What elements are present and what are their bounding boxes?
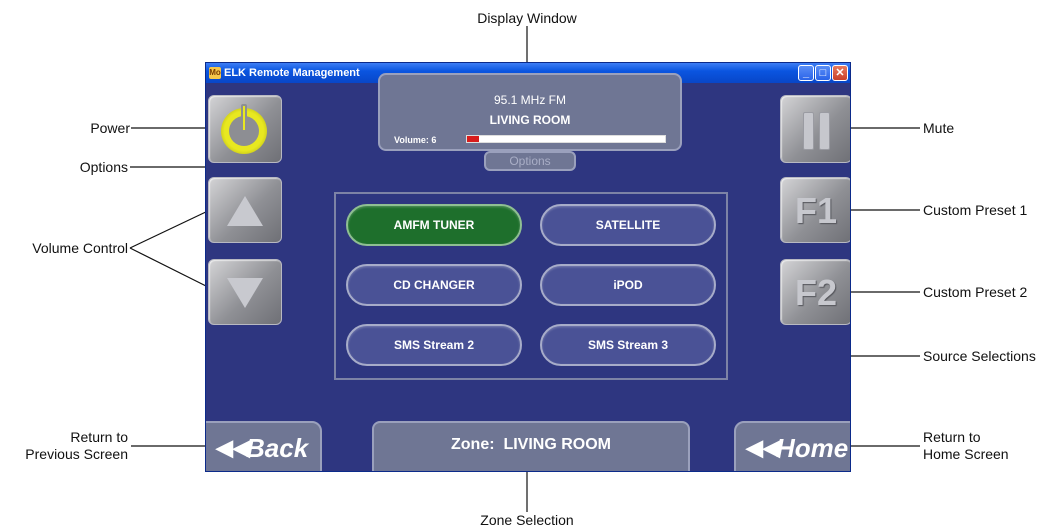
volume-down-button[interactable] [208,259,282,325]
source-amfm-tuner[interactable]: AMFM TUNER [346,204,522,246]
callout-zone-selection: Zone Selection [480,512,574,528]
remote-panel: F1 F2 95.1 MHz FM LIVING ROOM Volume: 6 … [206,73,850,471]
home-button[interactable]: ◀◀ Home [734,421,850,471]
volume-bar [466,135,666,143]
callout-custom-preset-1: Custom Preset 1 [923,202,1028,218]
source-satellite[interactable]: SATELLITE [540,204,716,246]
callout-return-home-line1: Return to [923,429,981,445]
options-button[interactable]: Options [484,151,576,171]
zone-selection-button[interactable]: Zone: LIVING ROOM [372,421,690,471]
source-selections: AMFM TUNER SATELLITE CD CHANGER iPOD SMS… [334,192,728,380]
preset-f1-button[interactable]: F1 [780,177,850,243]
close-button[interactable]: ✕ [832,65,848,81]
app-window: Mo ELK Remote Management _ □ ✕ F1 F2 95.… [205,62,851,472]
back-label: Back [246,433,309,463]
preset-f2-label: F2 [794,272,837,313]
source-cd-changer[interactable]: CD CHANGER [346,264,522,306]
preset-f1-label: F1 [794,190,837,231]
app-icon: Mo [209,67,221,79]
power-button[interactable] [208,95,282,163]
display-window: 95.1 MHz FM LIVING ROOM Volume: 6 [378,73,682,151]
triangle-down-icon [227,278,263,308]
minimize-button[interactable]: _ [798,65,814,81]
callout-custom-preset-2: Custom Preset 2 [923,284,1028,300]
home-label: Home [776,433,849,463]
callout-return-home: Return to Home Screen [923,429,1009,463]
back-button[interactable]: ◀◀ Back [206,421,322,471]
mute-button[interactable] [780,95,850,163]
volume-up-button[interactable] [208,177,282,243]
callout-return-previous-line1: Return to [70,429,128,445]
source-sms-stream-2[interactable]: SMS Stream 2 [346,324,522,366]
maximize-button[interactable]: □ [815,65,831,81]
window-title: ELK Remote Management [224,67,360,79]
callout-mute: Mute [923,120,955,136]
callout-options: Options [79,159,128,175]
callout-source-selections: Source Selections [923,348,1036,364]
callout-return-home-line2: Home Screen [923,446,1009,462]
source-sms-stream-3[interactable]: SMS Stream 3 [540,324,716,366]
callout-display-window: Display Window [477,10,577,26]
preset-f2-button[interactable]: F2 [780,259,850,325]
double-chevron-left-icon: ◀◀ [216,435,250,460]
volume-bar-fill [467,136,479,142]
volume-label: Volume: 6 [394,135,437,145]
double-chevron-left-icon: ◀◀ [746,435,780,460]
display-room: LIVING ROOM [489,113,571,127]
source-ipod[interactable]: iPOD [540,264,716,306]
callout-return-previous: Return to Previous Screen [4,429,128,463]
callout-volume-control: Volume Control [32,240,128,256]
triangle-up-icon [227,196,263,226]
callout-return-previous-line2: Previous Screen [25,446,128,462]
callout-power: Power [90,120,130,136]
display-frequency: 95.1 MHz FM [493,93,566,107]
